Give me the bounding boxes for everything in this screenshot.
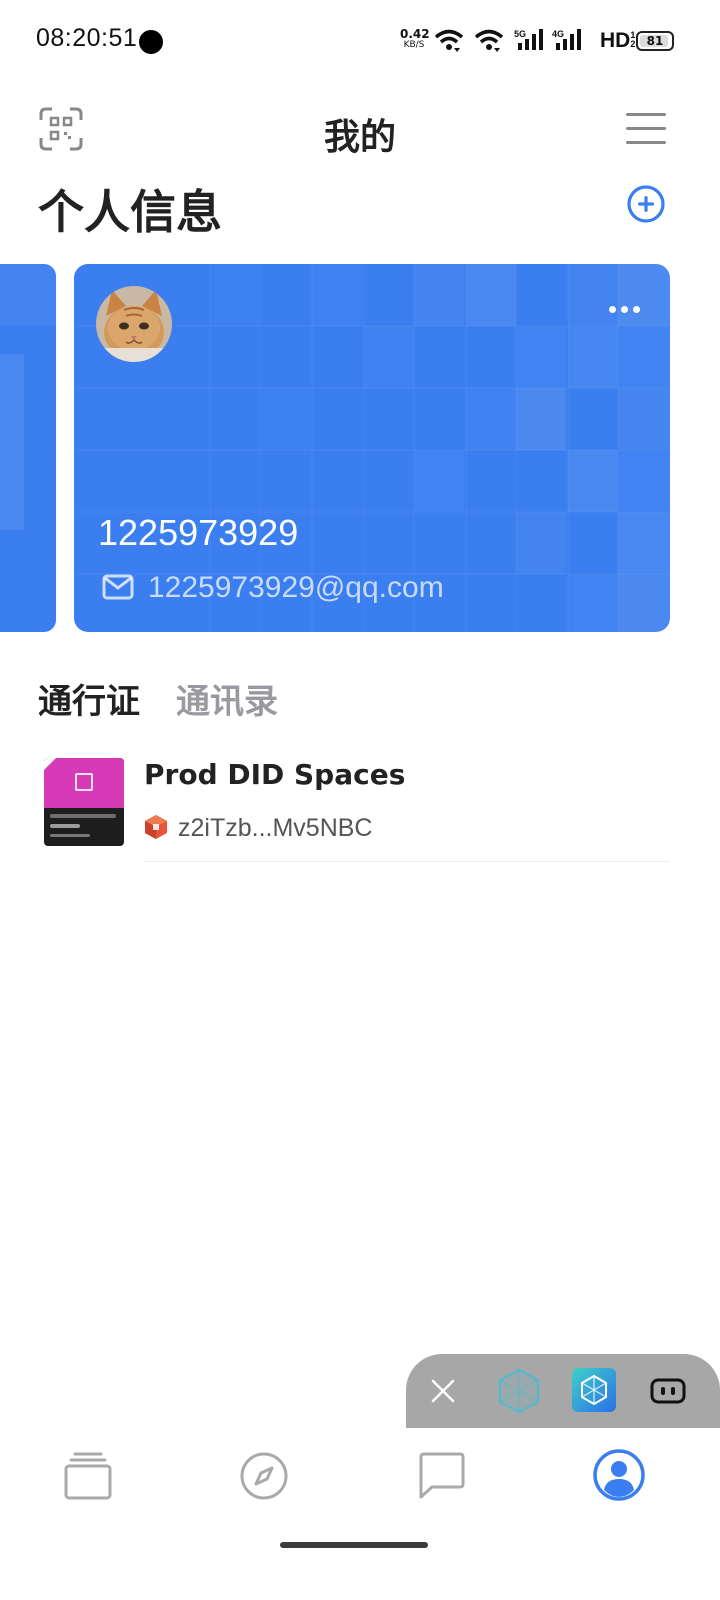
section-title: 个人信息 (38, 185, 222, 239)
tab-passport[interactable]: 通行证 (38, 674, 140, 723)
passport-did: z2iTzb...Mv5NBC (178, 814, 373, 842)
discover-icon[interactable] (238, 1450, 290, 1502)
battery-level: 81 (646, 34, 664, 48)
wifi-icon (434, 29, 464, 52)
status-bar: 08:20:51 0.42 KB/S 5G 4G HD1 2 81 (0, 0, 720, 84)
arcblock-app-icon[interactable] (498, 1368, 540, 1414)
network-4g-label: 4G (552, 29, 564, 39)
battery-icon: 81 (636, 31, 674, 51)
profile-icon[interactable] (592, 1448, 646, 1502)
network-5g-label: 5G (514, 29, 526, 39)
mail-icon (102, 574, 134, 600)
signal-4g-icon: 4G (552, 29, 581, 50)
close-icon[interactable] (430, 1378, 456, 1404)
menu-icon[interactable] (626, 110, 666, 146)
bottom-nav (0, 1428, 720, 1548)
network-speed-value: 0.42 (400, 27, 430, 41)
avatar[interactable] (96, 286, 172, 362)
passport-thumbnail (44, 758, 124, 846)
home-indicator (280, 1542, 428, 1548)
profile-card[interactable]: 1225973929 1225973929@qq.com (74, 264, 670, 632)
list-item[interactable]: Prod DID Spaces z2iTzb...Mv5NBC (44, 758, 670, 862)
add-circle-icon[interactable] (626, 184, 666, 224)
card-name: 1225973929 (98, 512, 299, 553)
chat-bubble-app-icon[interactable] (650, 1378, 686, 1404)
network-speed-unit: KB/S (403, 40, 425, 50)
network-speed: 0.42 KB/S (400, 27, 430, 51)
passport-name: Prod DID Spaces (144, 758, 406, 791)
signal-5g-icon: 5G (514, 29, 543, 50)
hd-label: HD (600, 29, 631, 52)
cards-icon[interactable] (62, 1450, 114, 1502)
previous-card[interactable] (0, 264, 56, 632)
did-wallet-glyph-icon (581, 1374, 607, 1406)
did-cube-icon (145, 815, 167, 839)
page-title: 我的 (323, 117, 396, 158)
status-time: 08:20:51 (36, 24, 138, 52)
wifi-icon-2 (474, 29, 504, 52)
floating-app-panel (406, 1354, 720, 1428)
card-email: 1225973929@qq.com (148, 571, 444, 604)
notification-dot-icon (139, 30, 163, 54)
did-wallet-app-icon[interactable] (572, 1368, 616, 1412)
hd-voice-indicator: HD1 2 (600, 29, 638, 53)
divider (144, 861, 670, 862)
tab-contacts[interactable]: 通讯录 (176, 674, 278, 723)
messages-icon[interactable] (416, 1450, 468, 1502)
card-more-icon[interactable] (609, 306, 640, 313)
